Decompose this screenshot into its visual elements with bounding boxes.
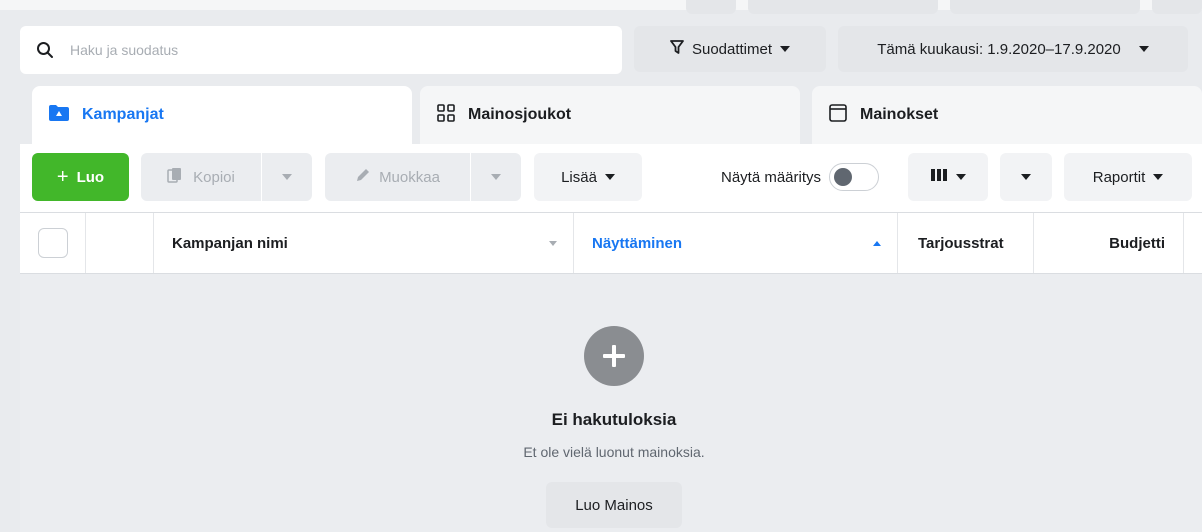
top-tab-stub — [748, 0, 938, 14]
column-campaign-name[interactable]: Kampanjan nimi — [154, 213, 574, 273]
top-tab-stub — [950, 0, 1140, 14]
top-strip — [0, 0, 1202, 14]
show-setup-toggle[interactable] — [829, 163, 880, 191]
column-bid-strategy[interactable]: Tarjousstrat — [898, 213, 1034, 273]
tab-label: Mainosjoukot — [468, 106, 572, 123]
toggle-column — [86, 213, 154, 273]
search-box[interactable] — [20, 26, 622, 74]
create-ad-button[interactable]: Luo Mainos — [546, 482, 682, 528]
date-range-picker[interactable]: Tämä kuukausi: 1.9.2020–17.9.2020 — [838, 26, 1188, 72]
columns-icon — [930, 168, 948, 186]
chevron-down-icon — [604, 174, 615, 180]
date-range-label: Tämä kuukausi: 1.9.2020–17.9.2020 — [877, 40, 1121, 58]
plus-icon: + — [56, 166, 69, 188]
filters-button[interactable]: Suodattimet — [634, 26, 826, 72]
column-label: Budjetti — [1109, 234, 1165, 252]
column-label: Kampanjan nimi — [172, 234, 288, 252]
chevron-down-icon — [956, 174, 966, 180]
grid-icon — [436, 103, 456, 128]
select-all-checkbox[interactable] — [37, 228, 68, 258]
edit-label: Muokkaa — [379, 168, 440, 186]
edit-button[interactable]: Muokkaa — [325, 153, 470, 201]
more-label: Lisää — [561, 168, 597, 186]
tab-label: Kampanjat — [82, 106, 164, 123]
tab-campaigns[interactable]: Kampanjat — [32, 86, 412, 144]
column-budget[interactable]: Budjetti — [1034, 213, 1184, 273]
copy-icon — [167, 167, 185, 187]
reports-button[interactable]: Raportit — [1064, 153, 1192, 201]
table-header: Kampanjan nimi Näyttäminen Tarjousstrat … — [20, 212, 1202, 274]
chevron-down-icon — [491, 174, 501, 180]
show-setup-label: Näytä määritys — [720, 168, 822, 186]
chevron-down-icon — [282, 174, 292, 180]
reports-label: Raportit — [1092, 168, 1146, 186]
column-delivery[interactable]: Näyttäminen — [574, 213, 898, 273]
search-icon — [34, 39, 56, 61]
chevron-down-icon — [1153, 174, 1164, 180]
search-input[interactable] — [70, 42, 570, 58]
chevron-down-icon — [780, 46, 791, 52]
filters-label: Suodattimet — [691, 40, 773, 58]
show-setup-toggle-group: Näytä määritys — [700, 153, 900, 201]
chevron-down-icon — [1138, 46, 1149, 52]
ad-window-icon — [828, 103, 848, 128]
column-label: Näyttäminen — [592, 234, 683, 252]
toggle-knob — [834, 168, 853, 186]
pencil-icon — [355, 167, 371, 187]
empty-state-title: Ei hakutuloksia — [551, 410, 677, 429]
breakdown-button[interactable] — [1000, 153, 1052, 201]
copy-label: Kopioi — [193, 168, 235, 186]
create-label: Luo — [76, 168, 105, 186]
column-label: Tarjousstrat — [918, 234, 1004, 252]
empty-state-subtitle: Et ole vielä luonut mainoksia. — [523, 444, 705, 460]
select-all-cell — [20, 213, 86, 273]
add-circle-icon — [584, 326, 644, 386]
sort-up-icon — [873, 240, 881, 246]
copy-dropdown-button[interactable] — [262, 153, 312, 201]
folder-icon — [48, 104, 70, 127]
edit-dropdown-button[interactable] — [471, 153, 521, 201]
columns-button[interactable] — [908, 153, 988, 201]
tab-label: Mainokset — [860, 106, 939, 123]
chevron-down-icon — [1021, 174, 1031, 180]
sort-down-icon — [549, 240, 557, 246]
more-button[interactable]: Lisää — [534, 153, 642, 201]
copy-button[interactable]: Kopioi — [141, 153, 261, 201]
top-tab-stub — [686, 0, 736, 14]
tab-ad-sets[interactable]: Mainosjoukot — [420, 86, 800, 144]
tab-ads[interactable]: Mainokset — [812, 86, 1202, 144]
filter-icon — [670, 40, 684, 58]
create-button[interactable]: + Luo — [32, 153, 129, 201]
top-tab-stub — [1152, 0, 1202, 14]
